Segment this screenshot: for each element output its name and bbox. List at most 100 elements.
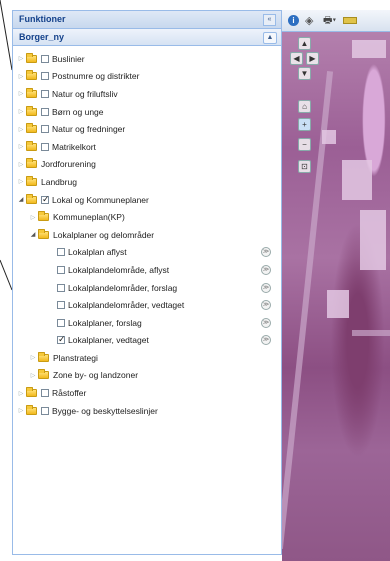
tree-node[interactable]: ▷ Børn og unge <box>13 103 281 121</box>
collapse-up-icon[interactable]: ▲ <box>263 32 277 44</box>
layer-group-header[interactable]: Borger_ny ▲ <box>13 29 281 46</box>
collapsed-arrow-icon[interactable]: ▷ <box>17 55 25 62</box>
tree-node-label[interactable]: Lokalplaner, vedtaget <box>68 335 149 345</box>
tree-node-label[interactable]: Natur og friluftsliv <box>52 89 118 99</box>
tree-node[interactable]: ▷ Bygge- og beskyttelseslinjer <box>13 402 281 420</box>
collapsed-arrow-icon[interactable]: ▷ <box>17 143 25 150</box>
tree-node-label[interactable]: Lokalplandelområde, aflyst <box>68 265 169 275</box>
layer-checkbox[interactable] <box>41 72 49 81</box>
layer-info-icon[interactable]: ≫ <box>261 282 271 293</box>
print-icon[interactable]: 🖶▾ <box>323 15 337 26</box>
tree-node-label[interactable]: Kommuneplan(KP) <box>53 212 125 222</box>
info-icon[interactable]: i <box>288 15 299 26</box>
tree-node-label[interactable]: Jordforurening <box>41 159 96 169</box>
panel-header: Funktioner <box>13 11 281 29</box>
layer-checkbox[interactable] <box>41 194 50 205</box>
collapsed-arrow-icon[interactable]: ▷ <box>17 390 25 397</box>
home-icon[interactable]: ⌂ <box>298 100 311 113</box>
layer-checkbox[interactable] <box>57 318 65 327</box>
layers-icon[interactable]: ◈ <box>305 15 317 26</box>
zoom-box-icon[interactable]: ⊡ <box>298 160 311 173</box>
tree-node-label[interactable]: Natur og fredninger <box>52 124 125 134</box>
map-building <box>360 210 386 270</box>
layer-checkbox[interactable] <box>57 265 65 274</box>
tree-node-label[interactable]: Zone by- og landzoner <box>53 370 138 380</box>
map-building <box>327 290 349 318</box>
tree-node[interactable]: Lokalplan aflyst ≫ <box>13 244 281 262</box>
layer-info-icon[interactable]: ≫ <box>261 335 271 346</box>
folder-icon <box>26 70 37 81</box>
tree-node[interactable]: ▷ Råstoffer <box>13 384 281 402</box>
layer-checkbox[interactable] <box>41 89 49 98</box>
pan-down-icon[interactable]: ▼ <box>298 67 311 80</box>
collapse-panel-icon[interactable]: « <box>263 14 276 26</box>
folder-icon <box>38 351 49 362</box>
tree-node-label[interactable]: Buslinier <box>52 54 85 64</box>
expanded-arrow-icon[interactable]: ◢ <box>17 196 25 203</box>
tree-node[interactable]: ▷ Kommuneplan(KP) <box>13 208 281 226</box>
tree-node[interactable]: ◢ Lokalplaner og delområder <box>13 226 281 244</box>
collapsed-arrow-icon[interactable]: ▷ <box>17 108 25 115</box>
tree-node-label[interactable]: Bygge- og beskyttelseslinjer <box>52 406 158 416</box>
layer-info-icon[interactable]: ≫ <box>261 264 271 275</box>
zoom-in-icon[interactable]: + <box>298 118 311 131</box>
collapsed-arrow-icon[interactable]: ▷ <box>29 372 37 379</box>
tree-node[interactable]: ▷ Buslinier <box>13 50 281 68</box>
tree-node[interactable]: ▷ Postnumre og distrikter <box>13 68 281 86</box>
layer-checkbox[interactable] <box>41 142 49 151</box>
collapsed-arrow-icon[interactable]: ▷ <box>17 407 25 414</box>
tree-node[interactable]: ▷ Natur og fredninger <box>13 120 281 138</box>
tree-node[interactable]: ▷ Landbrug <box>13 173 281 191</box>
layer-info-icon[interactable]: ≫ <box>261 317 271 328</box>
expanded-arrow-icon[interactable]: ◢ <box>29 231 37 238</box>
zoom-out-icon[interactable]: − <box>298 138 311 151</box>
layer-info-icon[interactable]: ≫ <box>261 247 271 258</box>
tree-node-label[interactable]: Postnumre og distrikter <box>52 71 139 81</box>
tree-node[interactable]: Lokalplandelområder, vedtaget ≫ <box>13 296 281 314</box>
tree-node[interactable]: ▷ Matrikelkort <box>13 138 281 156</box>
tree-node-label[interactable]: Børn og unge <box>52 107 104 117</box>
collapsed-arrow-icon[interactable]: ▷ <box>17 73 25 80</box>
tree-node-label[interactable]: Matrikelkort <box>52 142 96 152</box>
tree-node[interactable]: ▷ Jordforurening <box>13 156 281 174</box>
layer-checkbox[interactable] <box>57 334 66 345</box>
tree-node[interactable]: ◢ Lokal og Kommuneplaner <box>13 191 281 209</box>
collapsed-arrow-icon[interactable]: ▷ <box>29 214 37 221</box>
pan-up-icon[interactable]: ▲ <box>298 37 311 50</box>
pan-right-icon[interactable]: ▶ <box>306 52 319 65</box>
tree-node-label[interactable]: Lokalplaner, forslag <box>68 318 142 328</box>
collapsed-arrow-icon[interactable]: ▷ <box>29 354 37 361</box>
pan-left-icon[interactable]: ◀ <box>290 52 303 65</box>
tree-node[interactable]: Lokalplandelområder, forslag ≫ <box>13 279 281 297</box>
map-view[interactable]: i ◈ 🖶▾ ▲ ◀ ▶ ▼ ⌂ + − ⊡ <box>282 10 390 561</box>
tree-node-label[interactable]: Lokal og Kommuneplaner <box>52 195 149 205</box>
tree-node[interactable]: Lokalplaner, vedtaget ≫ <box>13 332 281 350</box>
tree-node[interactable]: Lokalplaner, forslag ≫ <box>13 314 281 332</box>
layer-checkbox[interactable] <box>41 54 49 63</box>
tree-node-label[interactable]: Planstrategi <box>53 353 98 363</box>
tree-node[interactable]: ▷ Planstrategi <box>13 349 281 367</box>
layer-checkbox[interactable] <box>41 107 49 116</box>
tree-node-label[interactable]: Lokalplandelområder, vedtaget <box>68 300 184 310</box>
tree-node-label[interactable]: Lokalplaner og delområder <box>53 230 154 240</box>
tree-node[interactable]: Lokalplandelområde, aflyst ≫ <box>13 261 281 279</box>
layer-checkbox[interactable] <box>41 406 49 415</box>
tree-node-label[interactable]: Lokalplan aflyst <box>68 247 127 257</box>
collapsed-arrow-icon[interactable]: ▷ <box>17 90 25 97</box>
tree-node[interactable]: ▷ Natur og friluftsliv <box>13 85 281 103</box>
layer-checkbox[interactable] <box>41 125 49 134</box>
collapsed-arrow-icon[interactable]: ▷ <box>17 126 25 133</box>
tree-node[interactable]: ▷ Zone by- og landzoner <box>13 367 281 385</box>
layer-checkbox[interactable] <box>41 389 49 398</box>
tree-node-label[interactable]: Råstoffer <box>52 388 86 398</box>
map-toolbar: i ◈ 🖶▾ <box>282 10 390 32</box>
collapsed-arrow-icon[interactable]: ▷ <box>17 178 25 185</box>
layer-info-icon[interactable]: ≫ <box>261 300 271 311</box>
layer-checkbox[interactable] <box>57 301 65 310</box>
layer-checkbox[interactable] <box>57 248 65 257</box>
collapsed-arrow-icon[interactable]: ▷ <box>17 161 25 168</box>
measure-icon[interactable] <box>343 17 357 24</box>
tree-node-label[interactable]: Landbrug <box>41 177 77 187</box>
layer-checkbox[interactable] <box>57 283 65 292</box>
tree-node-label[interactable]: Lokalplandelområder, forslag <box>68 283 177 293</box>
